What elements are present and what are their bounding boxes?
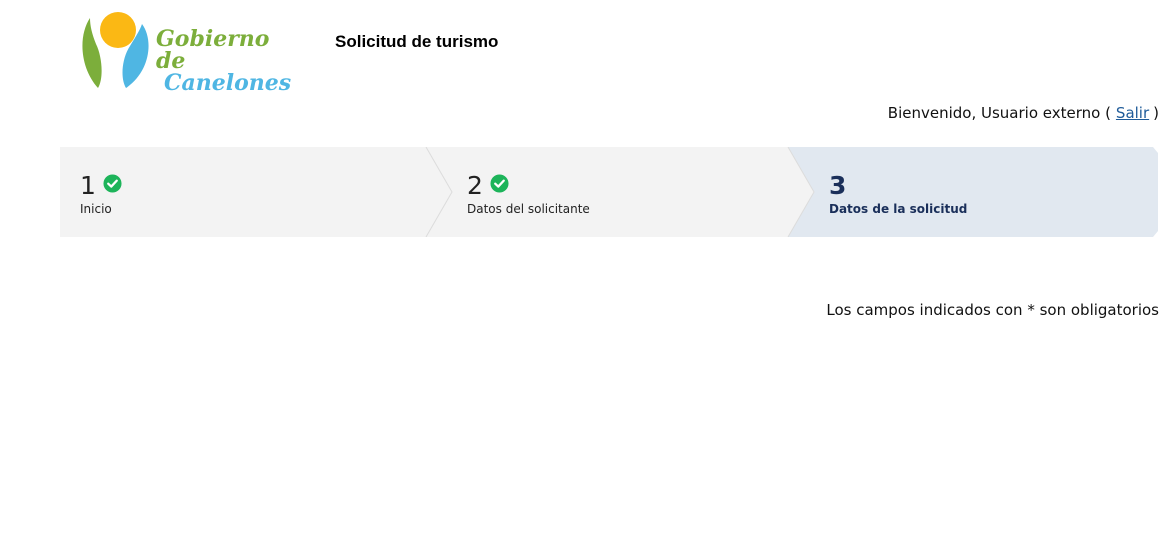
- user-welcome: Bienvenido, Usuario externo ( Salir): [888, 104, 1159, 122]
- welcome-text: Bienvenido, Usuario externo (: [887, 104, 1111, 122]
- logo-text: Gobierno de Canelones: [156, 28, 291, 94]
- step-1[interactable]: 1 Inicio: [80, 147, 380, 237]
- wizard-stepper: 1 Inicio 2 Datos del solicitante 3 Datos…: [60, 147, 1158, 237]
- logo-line1: Gobierno de: [156, 26, 270, 74]
- logout-link[interactable]: Salir: [1116, 104, 1149, 122]
- step-2-label: Datos del solicitante: [467, 202, 590, 216]
- step-3: 3 Datos de la solicitud: [829, 147, 1129, 237]
- step-2[interactable]: 2 Datos del solicitante: [467, 147, 767, 237]
- step-2-number: 2: [467, 171, 483, 200]
- welcome-close-paren: ): [1153, 104, 1159, 122]
- logo: Gobierno de Canelones: [80, 8, 291, 94]
- step-1-number: 1: [80, 171, 96, 200]
- step-1-label: Inicio: [80, 202, 112, 216]
- step-3-label: Datos de la solicitud: [829, 202, 968, 216]
- step-3-number: 3: [829, 171, 847, 200]
- check-circle-icon: [103, 174, 122, 193]
- logo-mark-icon: [82, 12, 149, 88]
- logo-line2: Canelones: [164, 70, 292, 96]
- check-circle-icon: [490, 174, 509, 193]
- required-fields-note: Los campos indicados con * son obligator…: [826, 301, 1159, 319]
- page-title: Solicitud de turismo: [335, 32, 499, 51]
